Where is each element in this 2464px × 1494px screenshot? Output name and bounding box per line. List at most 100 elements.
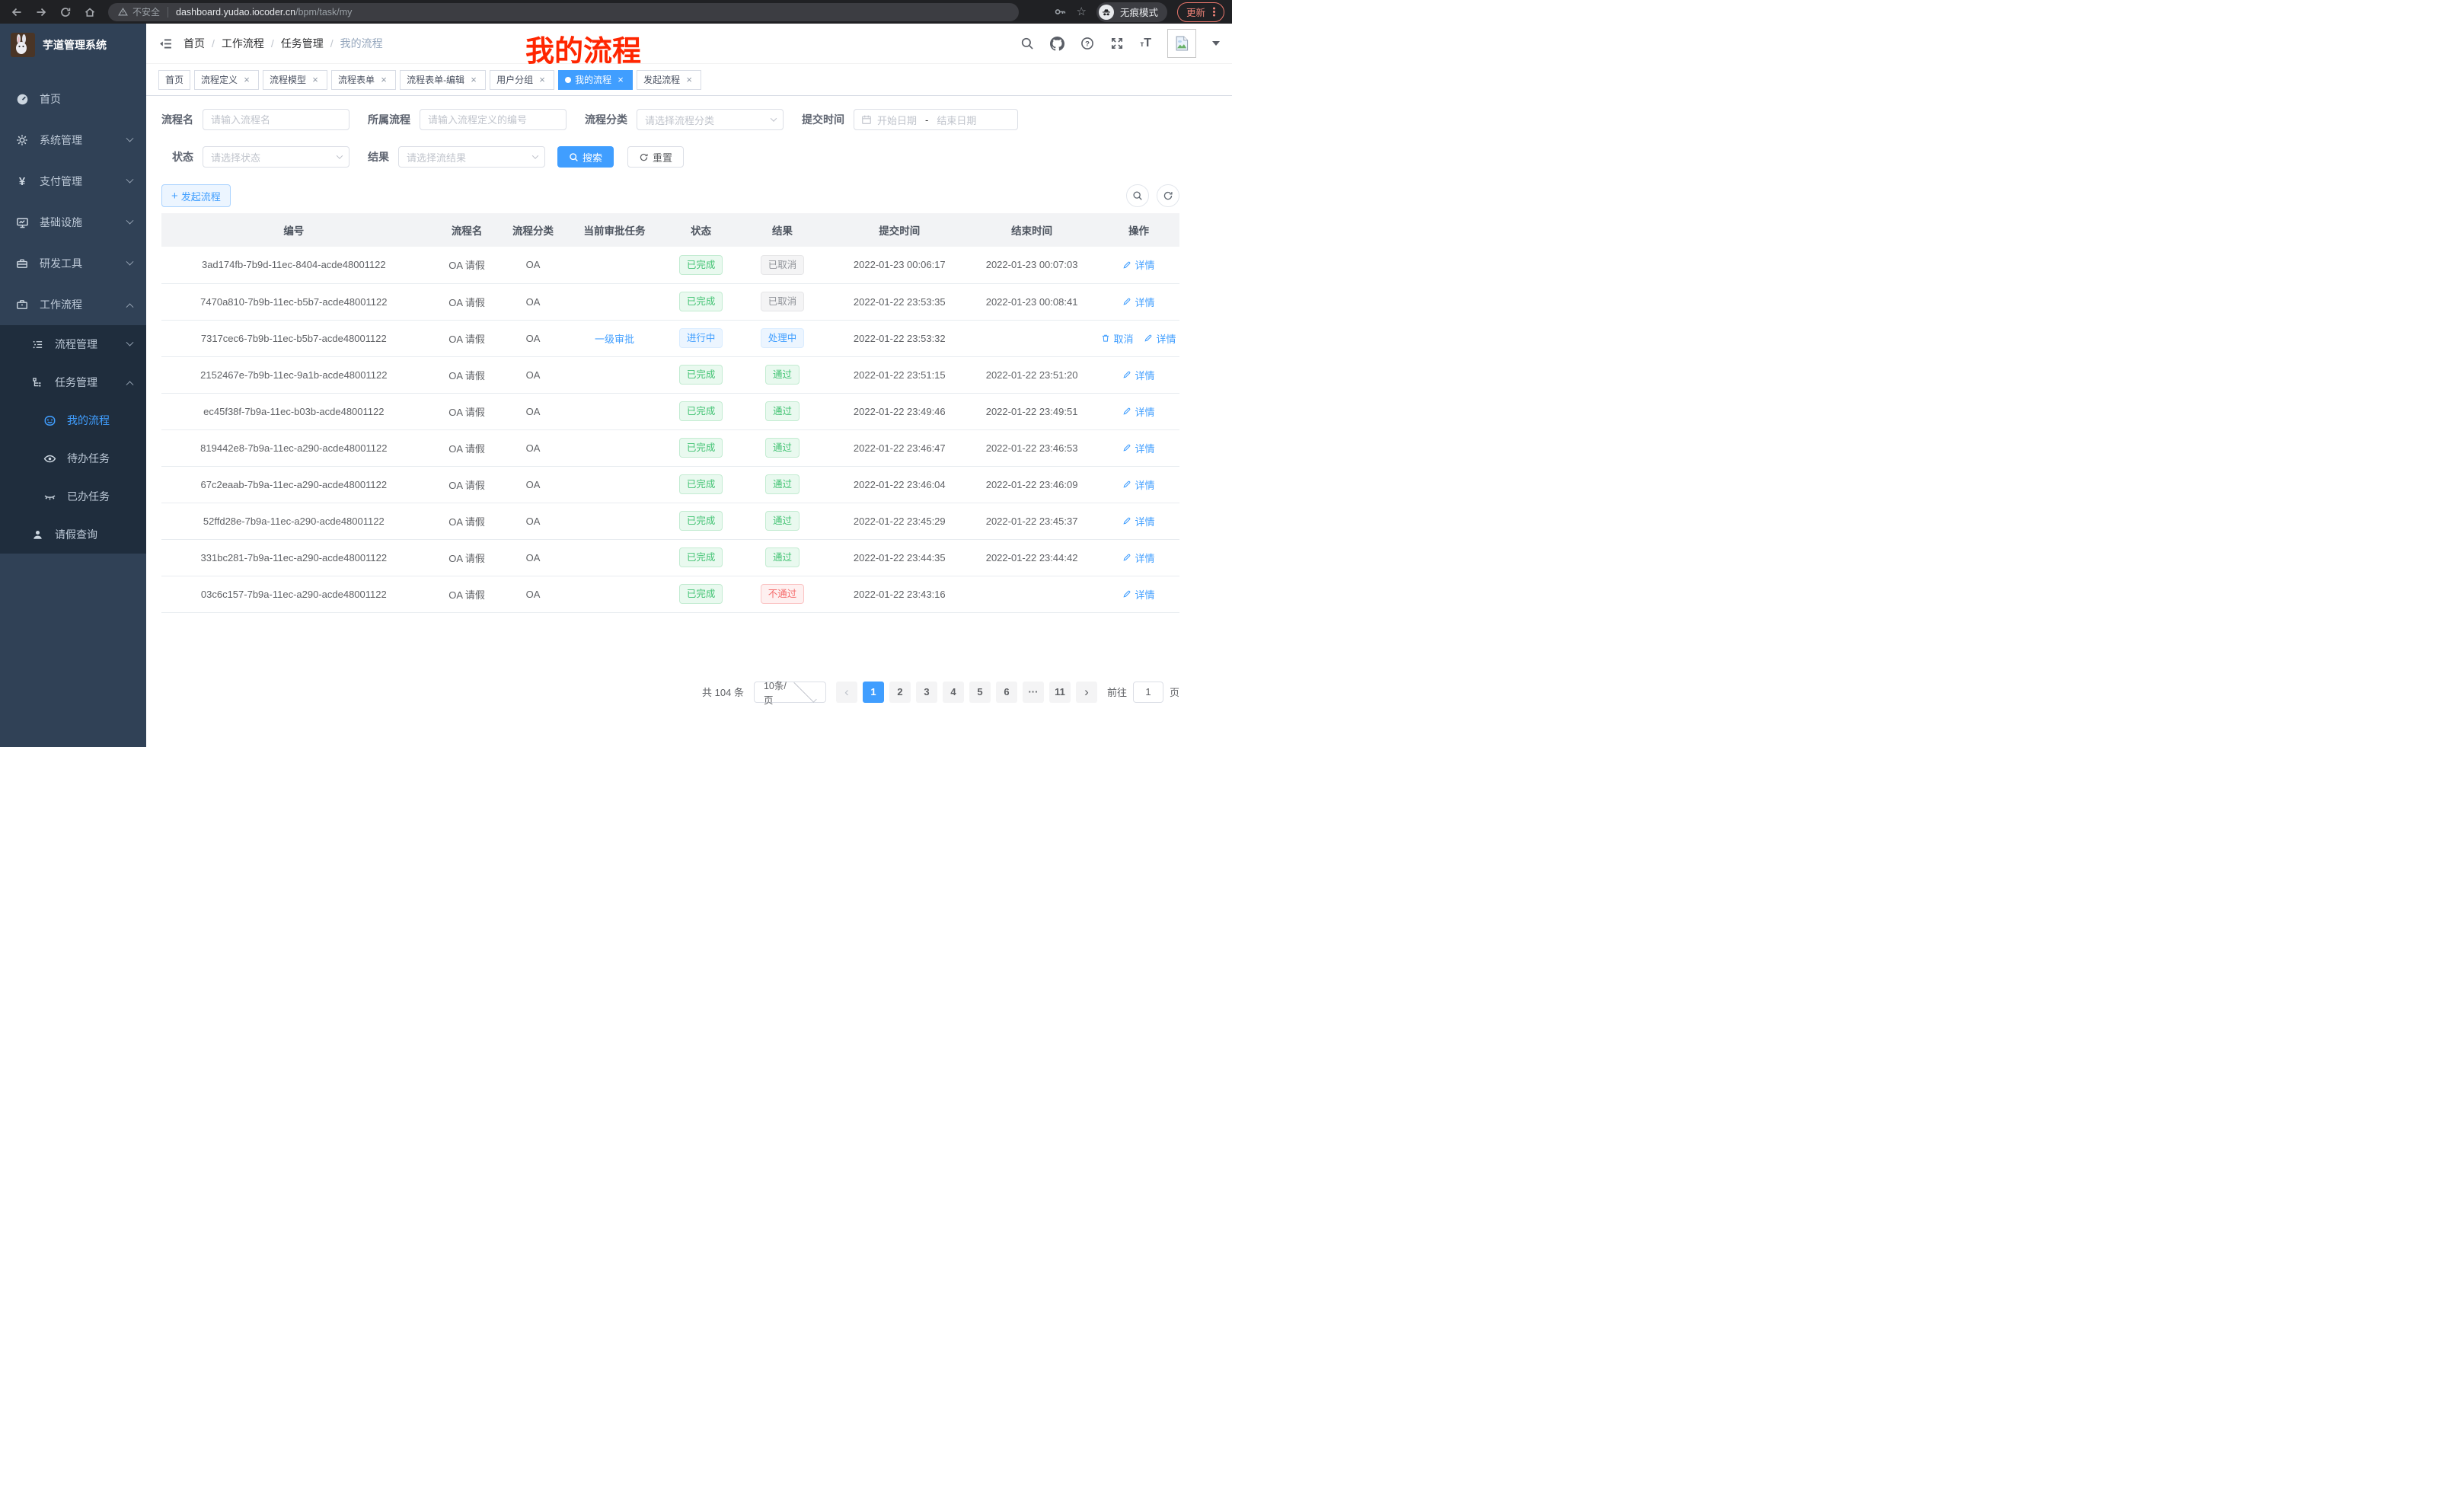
detail-link[interactable]: 详情 — [1122, 441, 1154, 455]
tab-start-process[interactable]: 发起流程 — [637, 70, 701, 90]
browser-reload-button[interactable] — [56, 3, 75, 21]
page-button-1[interactable]: 1 — [863, 682, 884, 703]
table-row: 67c2eaab-7b9a-11ec-a290-acde48001122 OA … — [161, 466, 1179, 503]
page-button-6[interactable]: 6 — [996, 682, 1017, 703]
status-select[interactable]: 请选择状态 — [203, 146, 349, 168]
close-icon[interactable] — [468, 75, 479, 85]
detail-link[interactable]: 详情 — [1122, 551, 1154, 565]
tab-process-model[interactable]: 流程模型 — [263, 70, 327, 90]
page-button-11[interactable]: 11 — [1049, 682, 1071, 703]
plus-icon — [171, 190, 178, 202]
password-key-icon[interactable] — [1054, 5, 1067, 18]
detail-link[interactable]: 详情 — [1122, 404, 1154, 419]
browser-menu-dots-icon[interactable] — [1213, 11, 1215, 13]
sidebar-item-todo-tasks[interactable]: 待办任务 — [0, 439, 146, 477]
prev-page-button[interactable] — [836, 682, 857, 703]
tab-process-definition[interactable]: 流程定义 — [194, 70, 259, 90]
help-icon[interactable]: ? — [1080, 37, 1094, 50]
github-icon[interactable] — [1050, 37, 1064, 51]
edit-pen-icon — [1122, 260, 1131, 270]
incognito-badge[interactable]: 无痕模式 — [1096, 2, 1167, 22]
create-process-label: 发起流程 — [181, 189, 221, 203]
close-icon[interactable] — [537, 75, 547, 85]
sidebar-item-home[interactable]: 首页 — [0, 78, 146, 120]
result-select[interactable]: 请选择流结果 — [398, 146, 545, 168]
sidebar-item-task-mgmt[interactable]: 任务管理 — [0, 363, 146, 401]
detail-link[interactable]: 详情 — [1122, 587, 1154, 602]
filter-submit-time: 提交时间 开始日期 - 结束日期 — [802, 109, 1018, 130]
current-task-link[interactable]: 一级审批 — [595, 334, 634, 345]
detail-link[interactable]: 详情 — [1122, 368, 1154, 382]
refresh-table-button[interactable] — [1157, 184, 1179, 207]
tab-home[interactable]: 首页 — [158, 70, 190, 90]
sidebar-item-infrastructure[interactable]: 基础设施 — [0, 202, 146, 243]
filter-label: 状态 — [172, 149, 193, 164]
sidebar-item-payment[interactable]: 支付管理 — [0, 161, 146, 202]
search-button[interactable]: 搜索 — [557, 146, 614, 168]
page-size-select[interactable]: 10条/页 — [754, 682, 826, 703]
browser-update-button[interactable]: 更新 — [1177, 2, 1224, 22]
sidebar-item-system[interactable]: 系统管理 — [0, 120, 146, 161]
sidebar-item-devtools[interactable]: 研发工具 — [0, 243, 146, 284]
page-button-2[interactable]: 2 — [889, 682, 911, 703]
sidebar-item-label: 待办任务 — [67, 451, 110, 466]
avatar[interactable] — [1167, 29, 1196, 58]
font-size-icon[interactable] — [1140, 37, 1151, 50]
cancel-link[interactable]: 取消 — [1101, 331, 1133, 346]
parent-process-input[interactable] — [420, 109, 567, 130]
breadcrumb-task-mgmt[interactable]: 任务管理 — [281, 36, 324, 51]
browser-forward-button[interactable] — [32, 3, 50, 21]
close-icon[interactable] — [310, 75, 321, 85]
bookmark-star-icon[interactable] — [1077, 5, 1087, 19]
result-badge: 通过 — [765, 547, 800, 567]
sidebar-item-done-tasks[interactable]: 已办任务 — [0, 477, 146, 516]
process-name-input[interactable] — [203, 109, 349, 130]
reset-button[interactable]: 重置 — [627, 146, 684, 168]
tab-process-form-edit[interactable]: 流程表单-编辑 — [400, 70, 486, 90]
header-search-icon[interactable] — [1020, 37, 1034, 50]
sidebar-item-workflow[interactable]: 工作流程 — [0, 284, 146, 325]
browser-home-button[interactable] — [81, 3, 99, 21]
breadcrumb-home[interactable]: 首页 — [184, 36, 205, 51]
category-select[interactable]: 请选择流程分类 — [637, 109, 784, 130]
page-button-4[interactable]: 4 — [943, 682, 964, 703]
tab-user-group[interactable]: 用户分组 — [490, 70, 554, 90]
detail-link[interactable]: 详情 — [1122, 295, 1154, 309]
hamburger-fold-button[interactable] — [158, 37, 173, 51]
close-icon[interactable] — [684, 75, 694, 85]
tab-process-form[interactable]: 流程表单 — [331, 70, 396, 90]
show-search-button[interactable] — [1126, 184, 1149, 207]
address-bar[interactable]: 不安全 dashboard.yudao.iocoder.cn/bpm/task/… — [108, 3, 1019, 21]
avatar-dropdown-caret[interactable] — [1212, 41, 1220, 46]
detail-link[interactable]: 详情 — [1122, 257, 1154, 272]
cell-id: 52ffd28e-7b9a-11ec-a290-acde48001122 — [161, 503, 426, 539]
main-area: 我的流程 首页 / 工作流程 / 任务管理 / 我的流程 — [146, 24, 1232, 747]
page-ellipsis[interactable]: ··· — [1023, 682, 1044, 703]
page-button-3[interactable]: 3 — [916, 682, 937, 703]
next-page-button[interactable] — [1076, 682, 1097, 703]
sidebar-item-my-process[interactable]: 我的流程 — [0, 401, 146, 439]
submit-time-range-picker[interactable]: 开始日期 - 结束日期 — [854, 109, 1018, 130]
security-chip[interactable]: 不安全 — [108, 5, 160, 18]
sidebar-logo-row[interactable]: 芋道管理系统 — [0, 24, 146, 66]
close-icon[interactable] — [241, 75, 252, 85]
breadcrumb-workflow[interactable]: 工作流程 — [222, 36, 264, 51]
goto-page-input[interactable] — [1133, 682, 1163, 703]
detail-link[interactable]: 详情 — [1144, 331, 1176, 346]
cell-category: OA — [508, 247, 559, 283]
browser-back-button[interactable] — [8, 3, 26, 21]
sidebar-item-leave-query[interactable]: 请假查询 — [0, 516, 146, 554]
page-button-5[interactable]: 5 — [969, 682, 991, 703]
close-icon[interactable] — [378, 75, 389, 85]
table-row: 3ad174fb-7b9d-11ec-8404-acde48001122 OA … — [161, 247, 1179, 283]
cell-category: OA — [508, 320, 559, 356]
cell-category: OA — [508, 393, 559, 429]
status-badge: 已完成 — [679, 511, 723, 531]
detail-link[interactable]: 详情 — [1122, 477, 1154, 492]
detail-link[interactable]: 详情 — [1122, 514, 1154, 528]
close-icon[interactable] — [615, 75, 626, 85]
sidebar-item-process-mgmt[interactable]: 流程管理 — [0, 325, 146, 363]
fullscreen-icon[interactable] — [1110, 37, 1124, 50]
create-process-button[interactable]: 发起流程 — [161, 184, 231, 207]
tab-my-process[interactable]: 我的流程 — [558, 70, 633, 90]
